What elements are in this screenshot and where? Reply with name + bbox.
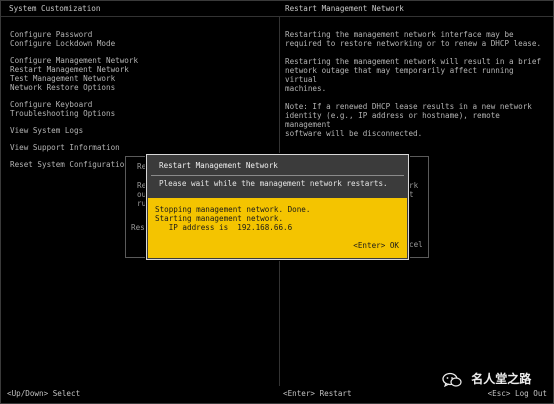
ok-button[interactable]: <Enter> OK: [353, 241, 399, 250]
description-panel: Restarting the management network interf…: [285, 30, 545, 147]
menu-item-configure-keyboard[interactable]: Configure Keyboard: [10, 100, 275, 109]
dialog-message: Please wait while the management network…: [159, 179, 388, 188]
right-panel-title: Restart Management Network: [285, 4, 404, 13]
menu-item-restart-management-network[interactable]: Restart Management Network: [10, 65, 275, 74]
restart-network-dialog: Restart Management Network Please wait w…: [146, 154, 409, 260]
menu-item-view-support-information[interactable]: View Support Information: [10, 143, 275, 152]
background-dialog-fragment: Re: [137, 181, 147, 190]
footer-hint-select: <Up/Down> Select: [7, 389, 81, 398]
background-dialog-fragment: Res: [131, 223, 145, 232]
menu-item-configure-lockdown-mode[interactable]: Configure Lockdown Mode: [10, 39, 275, 48]
dialog-divider: [151, 175, 404, 176]
description-paragraph-3: Note: If a renewed DHCP lease results in…: [285, 102, 532, 138]
background-dialog-fragment: rk: [409, 181, 419, 190]
footer-hint-restart: <Enter> Restart: [283, 389, 352, 398]
menu-item-network-restore-options[interactable]: Network Restore Options: [10, 83, 275, 92]
footer-hint-logout: <Esc> Log Out: [487, 389, 547, 398]
background-dialog-fragment: ru: [137, 199, 147, 208]
dialog-title: Restart Management Network: [159, 161, 278, 170]
status-line-stopping: Stopping management network. Done.: [155, 205, 311, 214]
watermark-text: 名人堂之路: [471, 372, 532, 386]
menu-item-view-system-logs[interactable]: View System Logs: [10, 126, 275, 135]
description-paragraph-1: Restarting the management network interf…: [285, 30, 542, 48]
left-panel-title: System Customization: [9, 4, 101, 13]
description-paragraph-2: Restarting the management network will r…: [285, 57, 542, 93]
background-dialog-fragment: ou: [137, 190, 147, 199]
menu-item-test-management-network[interactable]: Test Management Network: [10, 74, 275, 83]
background-dialog-fragment: t: [409, 190, 414, 199]
watermark: 名人堂之路: [442, 370, 531, 388]
header-divider: [1, 16, 553, 17]
dialog-title-bar: Restart Management Network: [147, 155, 408, 175]
background-dialog-fragment: Re: [137, 162, 147, 171]
status-line-starting: Starting management network.: [155, 214, 284, 223]
dialog-status-area: Stopping management network. Done. Start…: [148, 198, 407, 258]
menu-item-configure-password[interactable]: Configure Password: [10, 30, 275, 39]
background-dialog-fragment: cel: [409, 240, 423, 249]
customization-menu: Configure Password Configure Lockdown Mo…: [10, 30, 275, 169]
status-line-ip-address: IP address is 192.168.66.6: [155, 223, 293, 232]
menu-item-configure-management-network[interactable]: Configure Management Network: [10, 56, 275, 65]
wechat-icon: [442, 372, 462, 387]
menu-item-troubleshooting-options[interactable]: Troubleshooting Options: [10, 109, 275, 118]
